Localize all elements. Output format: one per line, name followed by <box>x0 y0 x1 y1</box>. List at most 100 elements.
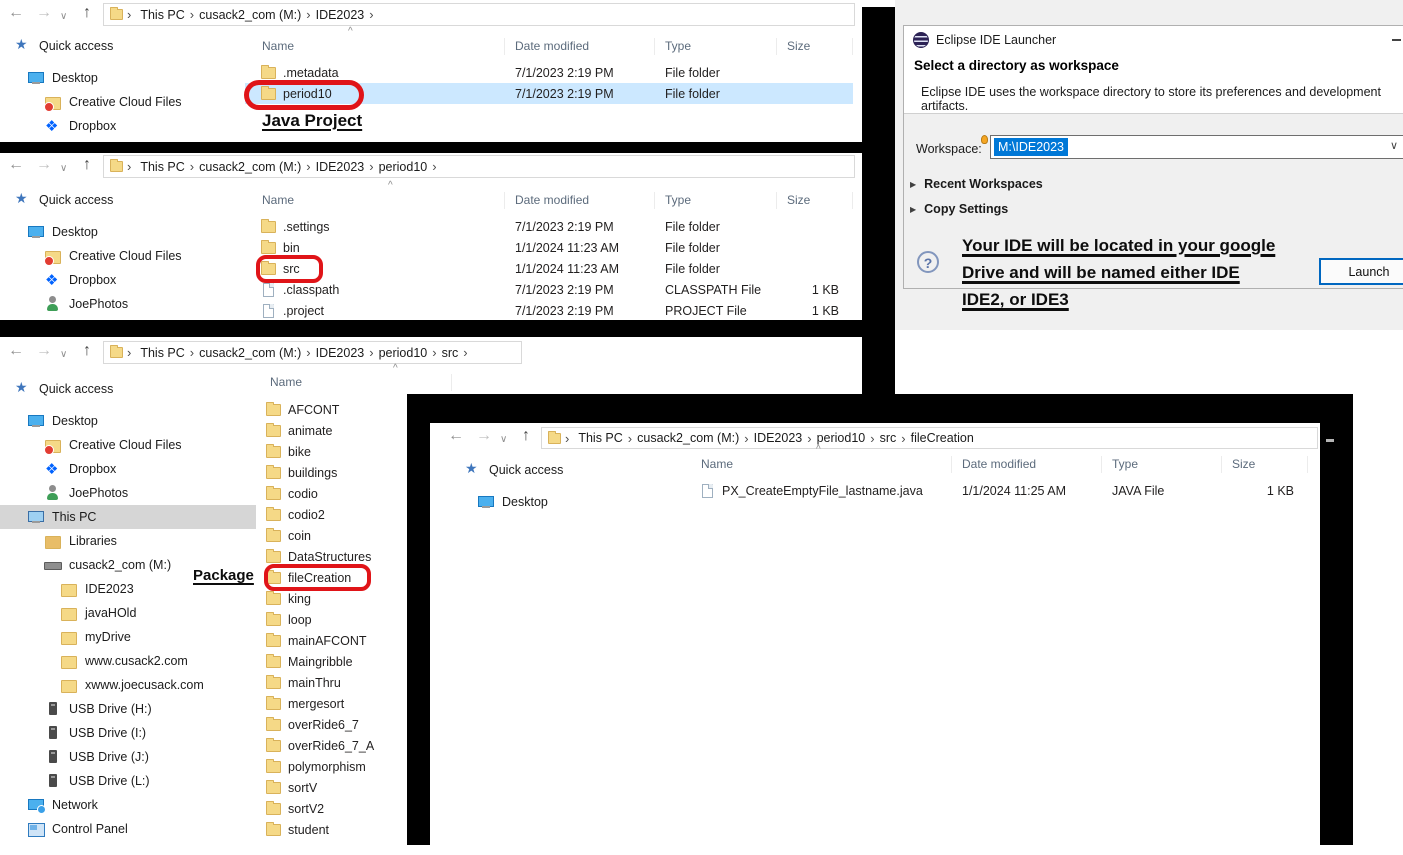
breadcrumb-item[interactable]: cusack2_com (M:) <box>194 8 306 22</box>
column-header-name[interactable]: Name <box>262 374 452 391</box>
back-icon[interactable] <box>448 427 464 445</box>
launch-button[interactable]: Launch <box>1319 258 1403 285</box>
column-header-name[interactable]: Name <box>245 38 505 55</box>
breadcrumb-item[interactable]: fileCreation <box>906 431 979 445</box>
address-bar[interactable]: This PC cusack2_com (M:) IDE2023 period10 <box>103 155 855 178</box>
sidebar-item[interactable]: USB Drive (L:) <box>0 769 256 793</box>
sidebar-item[interactable]: Desktop <box>450 490 680 514</box>
address-bar[interactable]: This PC cusack2_com (M:) IDE2023 period10 sr… <box>103 341 522 364</box>
workspace-combobox[interactable]: M:\IDE2023 <box>990 135 1403 159</box>
recent-locations-icon[interactable] <box>60 346 67 364</box>
column-header-date[interactable]: Date modified <box>505 192 655 209</box>
recent-locations-icon[interactable] <box>60 160 67 178</box>
sidebar-item[interactable]: JoePhotos <box>0 292 235 316</box>
breadcrumb-item[interactable]: IDE2023 <box>311 8 370 22</box>
sort-ascending-icon[interactable] <box>393 363 398 374</box>
sidebar-item[interactable]: Desktop <box>0 66 235 90</box>
sidebar-item[interactable]: Desktop <box>0 409 256 433</box>
folder-name: coin <box>288 529 311 543</box>
chevron-down-icon[interactable] <box>1390 139 1398 152</box>
breadcrumb-item[interactable]: period10 <box>812 431 871 445</box>
sidebar-item[interactable]: www.cusack2.com <box>0 649 256 673</box>
back-icon[interactable] <box>8 4 24 22</box>
breadcrumb-item[interactable]: cusack2_com (M:) <box>194 160 306 174</box>
sidebar-item[interactable]: Control Panel <box>0 817 256 841</box>
forward-icon[interactable] <box>476 427 492 445</box>
sidebar-item[interactable]: USB Drive (I:) <box>0 721 256 745</box>
forward-icon[interactable] <box>36 156 52 174</box>
sort-ascending-icon[interactable] <box>388 180 393 191</box>
minimize-icon[interactable] <box>1392 39 1401 41</box>
sidebar-item[interactable]: JoePhotos <box>0 481 256 505</box>
back-icon[interactable] <box>8 156 24 174</box>
file-row[interactable]: bin 1/1/2024 11:23 AM File folder <box>245 237 853 258</box>
sidebar-item[interactable]: Libraries <box>0 529 256 553</box>
up-icon[interactable] <box>83 4 91 22</box>
sidebar-item[interactable]: Quick access <box>0 34 235 58</box>
breadcrumb-item[interactable]: period10 <box>374 160 433 174</box>
breadcrumb-item[interactable]: This PC <box>573 431 627 445</box>
sidebar-item[interactable]: javaHOld <box>0 601 256 625</box>
breadcrumb-item[interactable]: cusack2_com (M:) <box>194 346 306 360</box>
sidebar-item[interactable]: Creative Cloud Files <box>0 90 235 114</box>
column-header-size[interactable]: Size <box>777 38 853 55</box>
breadcrumb-item[interactable]: src <box>875 431 902 445</box>
sidebar-item[interactable]: Desktop <box>0 220 235 244</box>
sidebar-item[interactable]: Quick access <box>0 377 256 401</box>
forward-icon[interactable] <box>36 342 52 360</box>
column-header-size[interactable]: Size <box>777 192 853 209</box>
sidebar-item[interactable]: Creative Cloud Files <box>0 244 235 268</box>
breadcrumb-item[interactable]: This PC <box>135 8 189 22</box>
sidebar-item[interactable]: Dropbox <box>0 268 235 292</box>
file-row[interactable]: .settings 7/1/2023 2:19 PM File folder <box>245 216 853 237</box>
recent-locations-icon[interactable] <box>60 8 67 26</box>
sidebar-item[interactable]: USB Drive (J:) <box>0 745 256 769</box>
address-bar[interactable]: This PC cusack2_com (M:) IDE2023 <box>103 3 855 26</box>
file-row[interactable]: .classpath 7/1/2023 2:19 PM CLASSPATH Fi… <box>245 279 853 300</box>
up-icon[interactable] <box>83 156 91 174</box>
sidebar-item[interactable]: xwww.joecusack.com <box>0 673 256 697</box>
file-row[interactable]: src 1/1/2024 11:23 AM File folder <box>245 258 853 279</box>
sidebar-item[interactable]: Network <box>0 793 256 817</box>
eclipse-logo-icon <box>913 32 929 48</box>
breadcrumb-item[interactable]: src <box>437 346 464 360</box>
sidebar-item[interactable]: This PC <box>0 505 256 529</box>
recent-workspaces-expander[interactable]: Recent Workspaces <box>910 177 1043 191</box>
breadcrumb-item[interactable]: IDE2023 <box>311 160 370 174</box>
sort-ascending-icon[interactable] <box>816 444 821 455</box>
column-header-date[interactable]: Date modified <box>505 38 655 55</box>
sidebar-item[interactable]: myDrive <box>0 625 256 649</box>
up-icon[interactable] <box>83 342 91 360</box>
copy-settings-expander[interactable]: Copy Settings <box>910 202 1008 216</box>
breadcrumb-item[interactable]: This PC <box>135 346 189 360</box>
column-header-type[interactable]: Type <box>655 192 777 209</box>
breadcrumb-item[interactable]: This PC <box>135 160 189 174</box>
up-icon[interactable] <box>522 427 530 445</box>
recent-locations-icon[interactable] <box>500 431 507 449</box>
column-header-type[interactable]: Type <box>655 38 777 55</box>
address-bar[interactable]: This PC cusack2_com (M:) IDE2023 period10 sr… <box>541 427 1318 449</box>
back-icon[interactable] <box>8 342 24 360</box>
forward-icon[interactable] <box>36 4 52 22</box>
sidebar-item-label: Dropbox <box>69 273 116 287</box>
sidebar-item[interactable]: Creative Cloud Files <box>0 433 256 457</box>
sort-ascending-icon[interactable] <box>348 26 353 37</box>
sidebar-item[interactable]: Quick access <box>0 188 235 212</box>
column-header-date[interactable]: Date modified <box>952 456 1102 473</box>
column-header-name[interactable]: Name <box>245 192 505 209</box>
breadcrumb-item[interactable]: IDE2023 <box>311 346 370 360</box>
column-header-size[interactable]: Size <box>1222 456 1308 473</box>
help-icon[interactable] <box>917 251 939 273</box>
file-row[interactable]: PX_CreateEmptyFile_lastname.java 1/1/202… <box>688 480 1308 501</box>
breadcrumb-item[interactable]: cusack2_com (M:) <box>632 431 744 445</box>
sidebar-item[interactable]: Dropbox <box>0 457 256 481</box>
breadcrumb-item[interactable]: period10 <box>374 346 433 360</box>
breadcrumb-item[interactable]: IDE2023 <box>749 431 808 445</box>
sidebar-item-icon <box>14 192 32 208</box>
file-row[interactable]: .project 7/1/2023 2:19 PM PROJECT File 1… <box>245 300 853 321</box>
column-header-type[interactable]: Type <box>1102 456 1222 473</box>
column-header-name[interactable]: Name <box>688 456 952 473</box>
sidebar-item[interactable]: Dropbox <box>0 114 235 138</box>
sidebar-item[interactable]: Quick access <box>450 458 680 482</box>
sidebar-item[interactable]: USB Drive (H:) <box>0 697 256 721</box>
